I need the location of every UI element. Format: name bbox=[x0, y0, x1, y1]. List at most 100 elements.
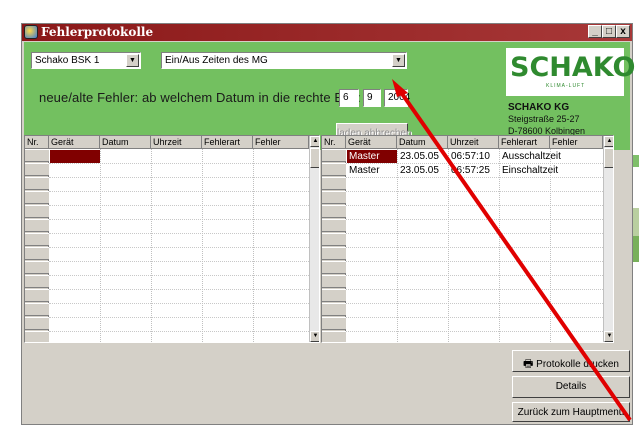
row-header-cell[interactable] bbox=[25, 233, 49, 246]
left-table-scrollbar[interactable]: ▲ ▼ bbox=[309, 136, 319, 342]
grid-line bbox=[49, 247, 309, 248]
grid-line bbox=[346, 275, 603, 276]
row-header-cell[interactable] bbox=[25, 163, 49, 176]
row-header-cell[interactable] bbox=[25, 219, 49, 232]
row-header-cell[interactable] bbox=[25, 191, 49, 204]
scroll-down-icon[interactable]: ▼ bbox=[310, 331, 319, 342]
grid-line bbox=[49, 233, 309, 234]
scroll-thumb[interactable] bbox=[310, 148, 319, 168]
column-header-nr[interactable]: Nr. bbox=[322, 136, 346, 149]
column-header-nr[interactable]: Nr. bbox=[25, 136, 49, 149]
grid-line bbox=[346, 317, 603, 318]
grid-line bbox=[499, 149, 500, 342]
row-header-cell[interactable] bbox=[25, 261, 49, 274]
row-header-cell[interactable] bbox=[322, 303, 346, 316]
grid-line bbox=[49, 331, 309, 332]
grid-line bbox=[49, 275, 309, 276]
column-header-uhrzeit[interactable]: Uhrzeit bbox=[151, 136, 202, 149]
window-title: Fehlerprotokolle bbox=[41, 25, 154, 39]
scroll-thumb[interactable] bbox=[604, 148, 613, 168]
row-header-cell[interactable] bbox=[322, 219, 346, 232]
year-input[interactable]: 2004 bbox=[384, 89, 410, 107]
row-header-cell[interactable] bbox=[25, 303, 49, 316]
cell-geraet[interactable]: Master bbox=[349, 151, 380, 162]
grid-line bbox=[49, 303, 309, 304]
printer-icon: 🖶 bbox=[523, 358, 534, 370]
row-header-cell[interactable] bbox=[322, 149, 346, 162]
maximize-button[interactable]: □ bbox=[602, 25, 616, 38]
grid-line bbox=[346, 303, 603, 304]
row-header-cell[interactable] bbox=[322, 275, 346, 288]
row-header-cell[interactable] bbox=[25, 317, 49, 330]
grid-line bbox=[346, 219, 603, 220]
row-header-cell[interactable] bbox=[322, 177, 346, 190]
type-select-value: Ein/Aus Zeiten des MG bbox=[165, 55, 268, 66]
chevron-down-icon[interactable]: ▼ bbox=[392, 54, 405, 67]
column-header-fehlerart[interactable]: Fehlerart bbox=[202, 136, 253, 149]
column-header-fehler[interactable]: Fehler bbox=[253, 136, 309, 149]
close-button[interactable]: x bbox=[616, 25, 630, 38]
day-input[interactable]: 6 bbox=[339, 89, 359, 107]
grid-line bbox=[49, 191, 309, 192]
details-button[interactable]: Details bbox=[512, 376, 630, 398]
column-header-datum[interactable]: Datum bbox=[100, 136, 151, 149]
row-header-cell[interactable] bbox=[25, 275, 49, 288]
row-header-cell[interactable] bbox=[25, 331, 49, 342]
month-input[interactable]: 9 bbox=[363, 89, 381, 107]
row-header-cell[interactable] bbox=[25, 289, 49, 302]
chevron-down-icon[interactable]: ▼ bbox=[126, 54, 139, 67]
grid-line bbox=[49, 261, 309, 262]
scroll-up-icon[interactable]: ▲ bbox=[310, 136, 319, 147]
back-to-main-menu-button[interactable]: Zurück zum Hauptmenü bbox=[512, 402, 630, 422]
row-header-cell[interactable] bbox=[322, 261, 346, 274]
column-header-datum[interactable]: Datum bbox=[397, 136, 448, 149]
row-header-cell[interactable] bbox=[25, 177, 49, 190]
grid-line bbox=[253, 149, 254, 342]
selected-cell[interactable] bbox=[50, 150, 100, 163]
row-header-cell[interactable] bbox=[25, 247, 49, 260]
logo-wordmark: SCHAKO bbox=[510, 52, 636, 83]
app-icon bbox=[24, 25, 38, 39]
column-header-fehler[interactable]: Fehler bbox=[550, 136, 603, 149]
row-header-cell[interactable] bbox=[322, 331, 346, 342]
right-error-table[interactable]: Nr. Gerät Datum Uhrzeit Fehlerart Fehler… bbox=[321, 135, 614, 343]
row-header-cell[interactable] bbox=[322, 317, 346, 330]
grid-line bbox=[397, 149, 398, 342]
cell-uhrzeit[interactable]: 06:57:25 bbox=[451, 165, 490, 176]
grid-line bbox=[346, 331, 603, 332]
column-header-fehlerart[interactable]: Fehlerart bbox=[499, 136, 550, 149]
minimize-button[interactable]: _ bbox=[588, 25, 602, 38]
grid-line bbox=[346, 289, 603, 290]
print-protocols-button[interactable]: 🖶 Protokolle drucken bbox=[512, 350, 630, 372]
type-select[interactable]: Ein/Aus Zeiten des MG ▼ bbox=[161, 52, 407, 69]
row-header-cell[interactable] bbox=[25, 149, 49, 162]
row-header-cell[interactable] bbox=[322, 233, 346, 246]
cell-fehlerart[interactable]: Ausschaltzeit bbox=[502, 151, 561, 162]
column-header-geraet[interactable]: Gerät bbox=[346, 136, 397, 149]
scroll-down-icon[interactable]: ▼ bbox=[604, 331, 613, 342]
device-select[interactable]: Schako BSK 1 ▼ bbox=[31, 52, 141, 69]
column-header-uhrzeit[interactable]: Uhrzeit bbox=[448, 136, 499, 149]
row-header-cell[interactable] bbox=[322, 163, 346, 176]
row-header-cell[interactable] bbox=[322, 247, 346, 260]
cell-geraet[interactable]: Master bbox=[349, 165, 380, 176]
left-error-table[interactable]: Nr. Gerät Datum Uhrzeit Fehlerart Fehler… bbox=[24, 135, 320, 343]
company-name: SCHAKO KG bbox=[508, 102, 570, 113]
cell-datum[interactable]: 23.05.05 bbox=[400, 165, 439, 176]
device-select-value: Schako BSK 1 bbox=[35, 55, 100, 66]
column-header-geraet[interactable]: Gerät bbox=[49, 136, 100, 149]
row-header-cell[interactable] bbox=[322, 205, 346, 218]
title-bar[interactable]: Fehlerprotokolle _ □ x bbox=[22, 24, 632, 41]
row-header-cell[interactable] bbox=[25, 205, 49, 218]
scroll-up-icon[interactable]: ▲ bbox=[604, 136, 613, 147]
fehlerprotokolle-window: Fehlerprotokolle _ □ x Schako BSK 1 ▼ Ei… bbox=[21, 23, 636, 425]
right-table-scrollbar[interactable]: ▲ ▼ bbox=[603, 136, 613, 342]
grid-line bbox=[346, 205, 603, 206]
cell-datum[interactable]: 23.05.05 bbox=[400, 151, 439, 162]
grid-line bbox=[151, 149, 152, 342]
cell-uhrzeit[interactable]: 06:57:10 bbox=[451, 151, 490, 162]
grid-line bbox=[49, 317, 309, 318]
row-header-cell[interactable] bbox=[322, 289, 346, 302]
print-protocols-label: Protokolle drucken bbox=[536, 359, 619, 370]
row-header-cell[interactable] bbox=[322, 191, 346, 204]
